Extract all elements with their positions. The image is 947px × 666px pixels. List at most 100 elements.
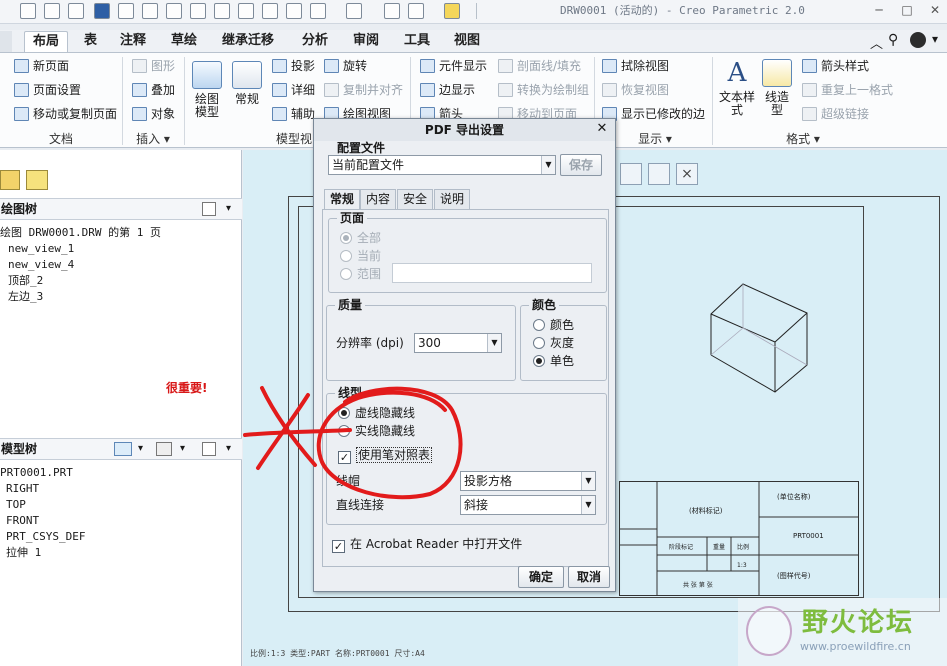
isometric-view[interactable] [703,280,813,400]
page-range-input[interactable] [392,263,592,283]
new-page-button[interactable]: 新页面 [14,57,69,75]
resolution-select[interactable]: 300 ▼ [414,333,502,353]
tree-item-csys[interactable]: PRT_CSYS_DEF [6,530,85,544]
dashed-hidden-radio[interactable]: 虚线隐藏线 [338,405,415,421]
annotation-display-icon[interactable] [648,163,670,185]
page-all-radio[interactable]: 全部 [340,230,381,246]
chevron-down-icon[interactable]: ▾ [226,439,231,459]
line-style-button[interactable]: 线造型 [760,59,794,117]
close-window-icon[interactable] [166,3,182,19]
color-gray-radio[interactable]: 灰度 [533,335,574,351]
delete-icon[interactable] [238,3,254,19]
brush-icon[interactable] [286,3,302,19]
display-group-label[interactable]: 显示 ▾ [620,131,690,148]
save-profile-button[interactable]: 保存 [560,154,602,176]
object-button[interactable]: 对象 [132,105,175,123]
redo-arrow-icon[interactable] [346,3,362,19]
tab-legacy-migration[interactable]: 继承迁移 [214,31,282,52]
tab-tools[interactable]: 工具 [396,31,438,52]
settings-icon[interactable]: ▾ [932,32,938,46]
close-icon[interactable]: ✕ [595,122,609,136]
tree-settings-icon[interactable] [202,202,216,216]
tree-item-extrude[interactable]: 拉伸 1 [6,546,41,560]
drawing-model-button[interactable]: 绘图模型 [190,61,224,119]
tab-annotate[interactable]: 注释 [112,31,154,52]
pencil-icon[interactable] [262,3,278,19]
tab-general[interactable]: 常规 [324,189,361,210]
convert-draft-group-button[interactable]: 转换为绘制组 [498,81,589,99]
layout-icon[interactable] [408,3,424,19]
save-icon[interactable] [44,3,60,19]
color-color-radio[interactable]: 颜色 [533,317,574,333]
display-toggle-icon[interactable]: ⨯ [676,163,698,185]
arrow-style-button[interactable]: 箭头样式 [802,57,869,75]
component-display-button[interactable]: 元件显示 [420,57,487,75]
tab-review[interactable]: 审阅 [345,31,387,52]
tree-item-sheet[interactable]: 绘图 DRW0001.DRW 的第 1 页 [0,226,161,240]
tree-item-part[interactable]: PRT0001.PRT [0,466,73,480]
tools-icon[interactable] [156,442,172,456]
chevron-down-icon[interactable]: ▾ [138,439,143,459]
page-current-radio[interactable]: 当前 [340,248,381,264]
projection-button[interactable]: 投影 [272,57,315,75]
hyperlink-button[interactable]: 超级链接 [802,105,869,123]
model-display-icon[interactable] [114,442,132,456]
chevron-down-icon[interactable]: ▾ [180,439,185,459]
erase-view-button[interactable]: 拭除视图 [602,57,669,75]
undo-arrow-icon[interactable] [310,3,326,19]
edge-display-button[interactable]: 边显示 [420,81,475,99]
resume-view-button[interactable]: 恢复视图 [602,81,669,99]
window-icon[interactable] [94,3,110,19]
help-icon[interactable] [910,32,926,48]
switch-window-icon[interactable] [384,3,400,19]
line-join-select[interactable]: 斜接 ▼ [460,495,596,515]
file-menu-tab[interactable] [0,31,12,52]
insert-group-label[interactable]: 插入 ▾ [122,131,184,148]
layer-tree-icon[interactable] [0,170,20,190]
general-view-button[interactable]: 常规 [230,61,264,106]
maximize-icon[interactable]: □ [900,4,914,16]
graphic-button[interactable]: 图形 [132,57,175,75]
undo-icon[interactable] [190,3,206,19]
tab-layout[interactable]: 布局 [24,31,69,52]
print-icon[interactable] [142,3,158,19]
minimize-icon[interactable]: ─ [872,4,886,16]
tab-content[interactable]: 内容 [360,189,397,209]
show-modified-edges-button[interactable]: 显示已修改的边 [602,105,705,123]
tree-item-front-plane[interactable]: FRONT [6,514,39,528]
page-range-radio[interactable]: 范围 [340,266,381,282]
tree-item-top-plane[interactable]: TOP [6,498,26,512]
open-icon[interactable] [20,3,36,19]
color-mono-radio[interactable]: 单色 [533,353,574,369]
tree-settings-icon[interactable] [202,442,216,456]
format-group-label[interactable]: 格式 ▾ [765,131,841,148]
page-setup-button[interactable]: 页面设置 [14,81,81,99]
ribbon-collapse-icon[interactable]: ︿ [870,33,883,52]
detail-button[interactable]: 详细 [272,81,315,99]
profile-select[interactable]: 当前配置文件 ▼ [328,155,556,175]
copy-align-button[interactable]: 复制并对齐 [324,81,403,99]
tab-table[interactable]: 表 [76,31,105,52]
close-icon[interactable]: ✕ [928,4,942,16]
ok-button[interactable]: 确定 [518,566,564,588]
tab-security[interactable]: 安全 [397,189,434,209]
tree-item-top-2[interactable]: 顶部_2 [8,274,43,288]
tab-analysis[interactable]: 分析 [294,31,336,52]
line-cap-select[interactable]: 投影方格 ▼ [460,471,596,491]
tab-sketch[interactable]: 草绘 [163,31,205,52]
redo-icon[interactable] [214,3,230,19]
view-icon[interactable] [620,163,642,185]
overlay-button[interactable]: 叠加 [132,81,175,99]
text-style-button[interactable]: A 文本样式 [718,59,756,117]
tree-item-view-1[interactable]: new_view_1 [8,242,74,256]
favorites-icon[interactable] [26,170,48,190]
search-icon[interactable]: ⚲ [888,32,898,48]
copy-icon[interactable] [118,3,134,19]
tree-item-right-plane[interactable]: RIGHT [6,482,39,496]
tab-view[interactable]: 视图 [446,31,488,52]
folder-icon[interactable] [444,3,460,19]
tab-description[interactable]: 说明 [434,189,471,209]
rotate-button[interactable]: 旋转 [324,57,367,75]
cancel-button[interactable]: 取消 [568,566,610,588]
repeat-format-button[interactable]: 重复上一格式 [802,81,893,99]
